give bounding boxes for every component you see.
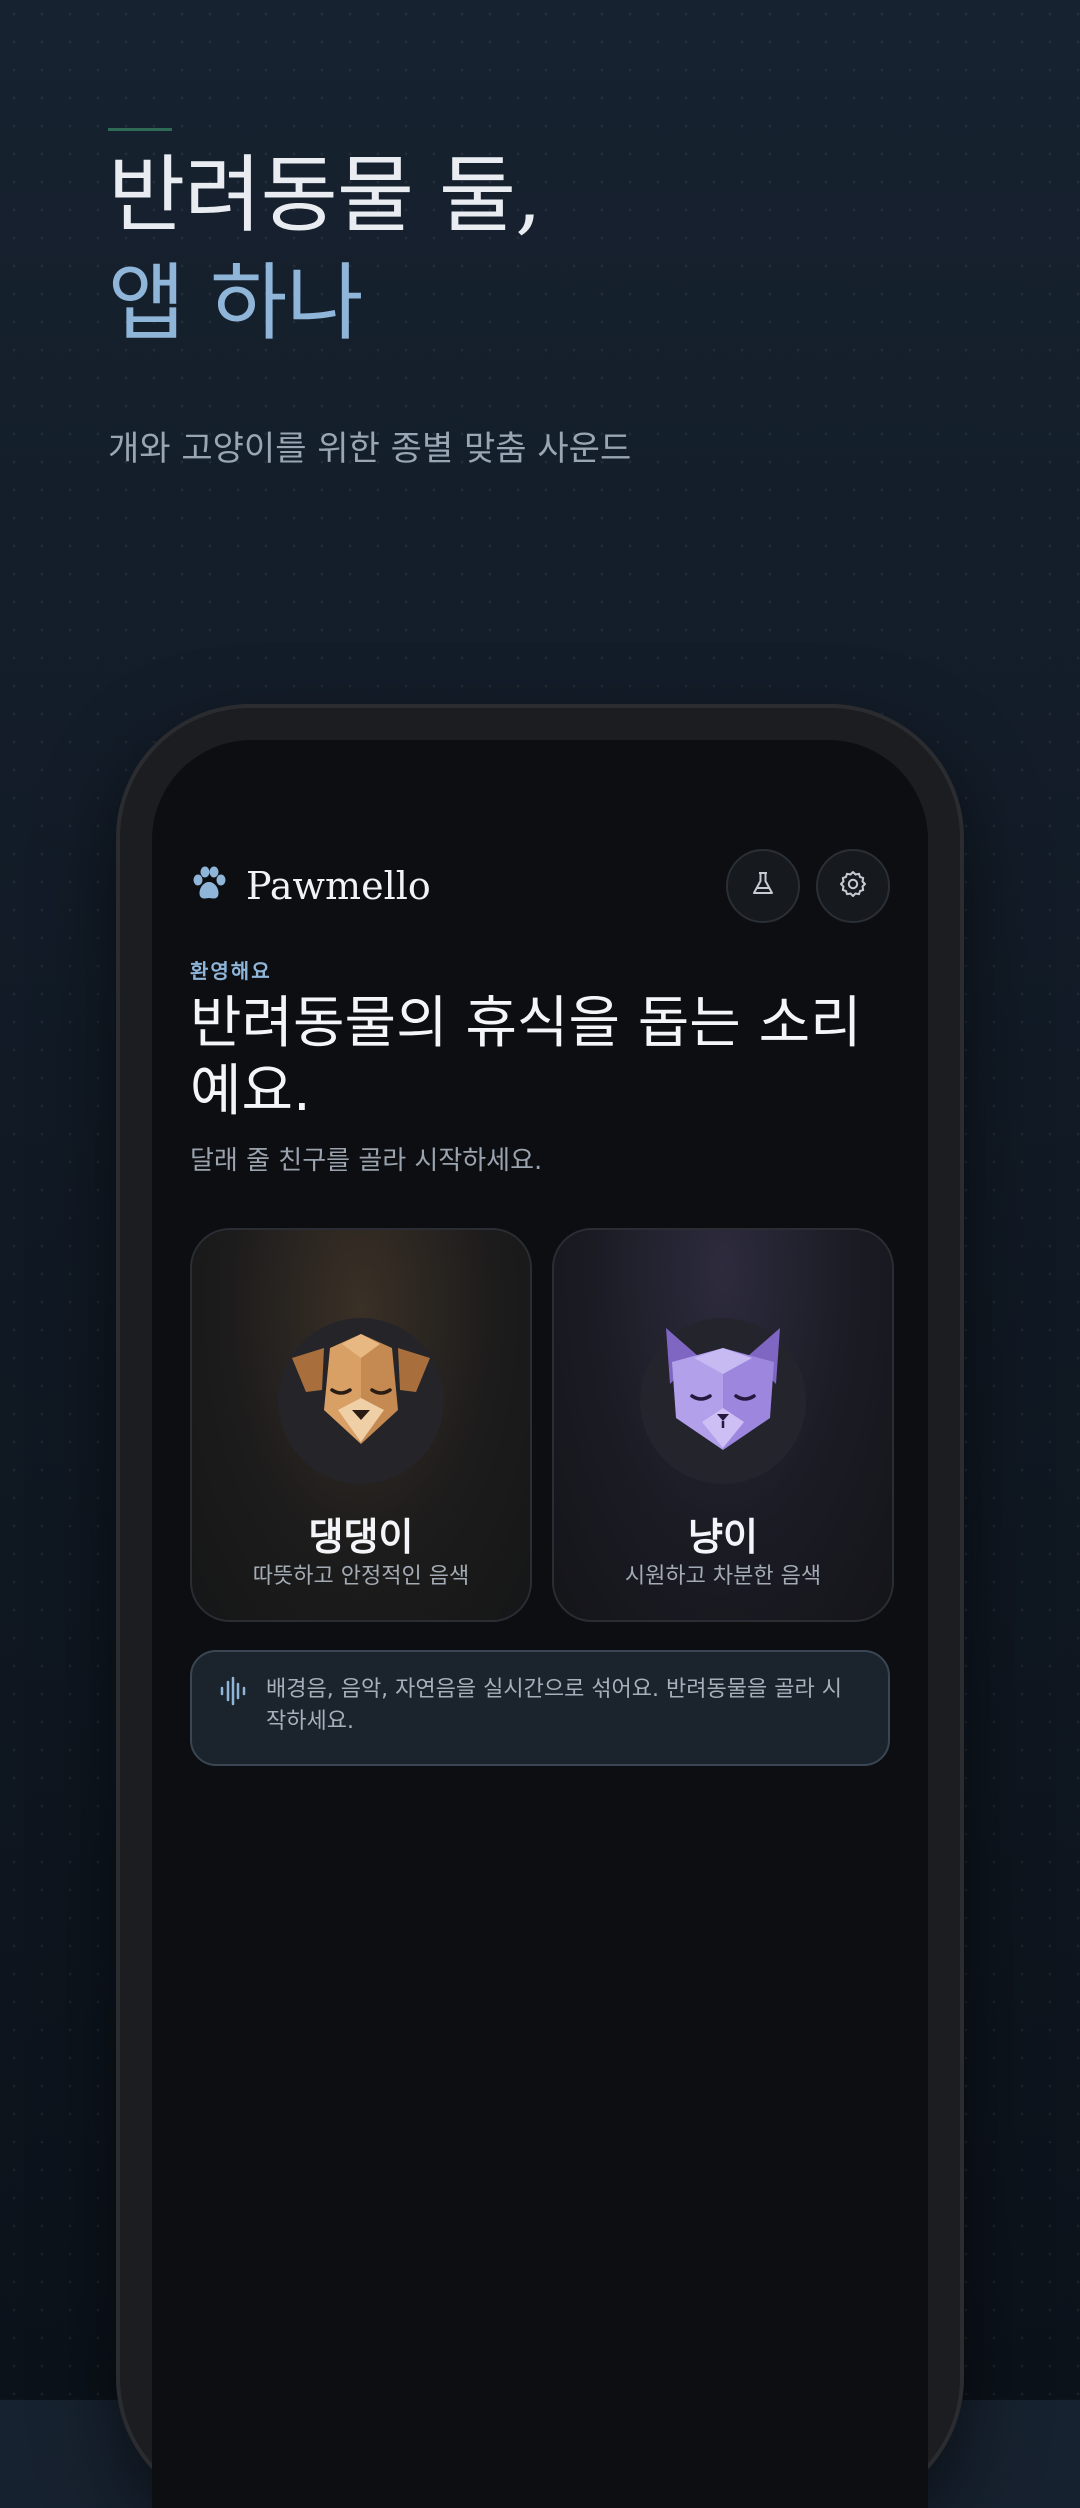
cat-face-icon	[640, 1328, 806, 1488]
cat-avatar	[640, 1318, 806, 1484]
settings-button[interactable]	[816, 849, 890, 923]
dog-face-icon	[278, 1334, 444, 1488]
paw-icon	[190, 865, 228, 907]
dog-card-title: 댕댕이	[308, 1515, 414, 1559]
welcome-subtitle: 달래 줄 친구를 골라 시작하세요.	[190, 1146, 543, 1176]
gear-icon	[838, 869, 868, 903]
dog-avatar	[278, 1318, 444, 1484]
brand-name: Pawmello	[246, 864, 431, 908]
hero-accent-rule	[108, 128, 172, 131]
hero-title-line1: 반려동물 둘,	[108, 146, 542, 244]
lab-button[interactable]	[726, 849, 800, 923]
app-header: Pawmello	[190, 849, 890, 923]
hero-section: 반려동물 둘, 앱 하나 개와 고양이를 위한 종별 맞춤 사운드	[108, 128, 988, 470]
info-box: 배경음, 음악, 자연음을 실시간으로 섞어요. 반려동물을 골라 시작하세요.	[190, 1650, 890, 1766]
brand: Pawmello	[190, 864, 431, 908]
flask-icon	[748, 869, 778, 903]
header-actions	[726, 849, 890, 923]
hero-subtitle: 개와 고양이를 위한 종별 맞춤 사운드	[108, 429, 632, 469]
dog-card-subtitle: 따뜻하고 안정적인 음색	[252, 1564, 470, 1589]
phone-frame: Pawmello 환영해요 반려동물의 휴식을 돕는 소리예요. 달래 줄 친구…	[120, 708, 960, 2508]
waveform-icon	[218, 1676, 248, 1710]
hero-title-line2: 앱 하나	[108, 254, 364, 352]
info-text: 배경음, 음악, 자연음을 실시간으로 섞어요. 반려동물을 골라 시작하세요.	[266, 1677, 842, 1734]
dog-card[interactable]: 댕댕이 따뜻하고 안정적인 음색	[190, 1228, 532, 1622]
welcome-label: 환영해요	[190, 959, 272, 983]
phone-screen: Pawmello 환영해요 반려동물의 휴식을 돕는 소리예요. 달래 줄 친구…	[152, 740, 928, 2508]
welcome-title: 반려동물의 휴식을 돕는 소리예요.	[190, 991, 862, 1124]
cat-card-subtitle: 시원하고 차분한 음색	[624, 1564, 822, 1589]
cat-card[interactable]: 냥이 시원하고 차분한 음색	[552, 1228, 894, 1622]
hero-title: 반려동물 둘, 앱 하나	[108, 141, 988, 357]
cat-card-title: 냥이	[688, 1515, 758, 1559]
